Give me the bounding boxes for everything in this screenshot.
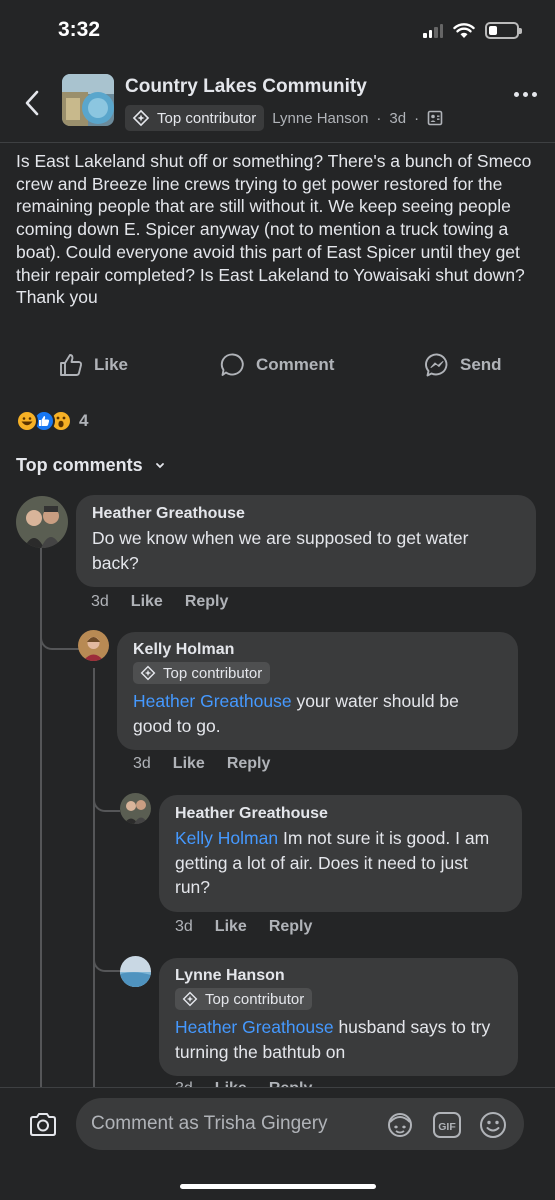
cellular-signal-icon xyxy=(423,23,443,38)
sparkle-diamond-icon xyxy=(140,665,156,681)
emoji-button[interactable] xyxy=(478,1110,508,1140)
author-name[interactable]: Lynne Hanson xyxy=(272,110,368,127)
status-icons xyxy=(423,22,522,39)
sparkle-diamond-icon xyxy=(182,991,198,1007)
like-label: Like xyxy=(94,355,129,374)
thread-connector xyxy=(40,612,80,650)
battery-icon xyxy=(485,22,522,39)
comment-label: Comment xyxy=(256,355,335,374)
comment-text: Heather Greathouse your water should be … xyxy=(133,689,502,738)
comment-reply-button[interactable]: Reply xyxy=(185,593,229,611)
comment-meta: 3d Like Reply xyxy=(175,918,312,936)
status-bar: 3:32 xyxy=(0,0,555,62)
commenter-name[interactable]: Kelly Holman xyxy=(133,641,502,659)
thread-connector xyxy=(93,772,120,812)
home-indicator[interactable] xyxy=(180,1184,376,1189)
post-time[interactable]: 3d xyxy=(389,110,406,127)
camera-button[interactable] xyxy=(28,1110,58,1140)
svg-text:GIF: GIF xyxy=(438,1121,456,1133)
haha-reaction-icon xyxy=(16,410,38,432)
comment-like-button[interactable]: Like xyxy=(215,918,247,936)
status-time: 3:32 xyxy=(58,18,101,41)
comment-reply-button[interactable]: Reply xyxy=(227,755,271,773)
avatar[interactable] xyxy=(120,956,151,987)
comment-text: Kelly Holman Im not sure it is good. I a… xyxy=(175,826,506,900)
mention-link[interactable]: Heather Greathouse xyxy=(133,691,292,711)
avatar[interactable] xyxy=(16,496,68,548)
commenter-name[interactable]: Heather Greathouse xyxy=(175,805,506,823)
chevron-down-icon xyxy=(155,462,164,468)
comment-bubble: Heather Greathouse Kelly Holman Im not s… xyxy=(159,795,522,912)
separator: · xyxy=(414,109,420,127)
comment-reply-button[interactable]: Reply xyxy=(269,918,313,936)
sparkle-diamond-icon xyxy=(132,109,150,127)
mention-link[interactable]: Kelly Holman xyxy=(175,828,278,848)
comment-time[interactable]: 3d xyxy=(133,755,151,773)
badge-label: Top contributor xyxy=(205,990,305,1008)
badge-label: Top contributor xyxy=(163,664,263,682)
reactions-summary[interactable]: 4 xyxy=(16,410,88,432)
like-button[interactable]: Like xyxy=(58,352,128,378)
comment-bubble: Heather Greathouse Do we know when we ar… xyxy=(76,495,536,587)
back-button[interactable] xyxy=(20,86,44,120)
comment-meta: 3d Like Reply xyxy=(91,593,228,611)
group-name[interactable]: Country Lakes Community xyxy=(125,76,367,98)
send-button[interactable]: Send xyxy=(424,352,502,378)
top-contributor-badge: Top contributor xyxy=(133,662,271,684)
comment-button[interactable]: Comment xyxy=(220,352,334,378)
comment-sort-dropdown[interactable]: Top comments xyxy=(16,455,165,476)
comment-bubble: Kelly Holman Top contributor Heather Gre… xyxy=(117,632,518,750)
post-header: Country Lakes Community Top contributor … xyxy=(0,62,555,144)
comment-bubble: Lynne Hanson Top contributor Heather Gre… xyxy=(159,958,518,1076)
comment-meta: 3d Like Reply xyxy=(133,755,270,773)
smiley-icon xyxy=(480,1112,506,1138)
comment-like-button[interactable]: Like xyxy=(131,593,163,611)
gif-icon: GIF xyxy=(433,1112,461,1138)
badge-label: Top contributor xyxy=(157,109,257,127)
chevron-left-icon xyxy=(25,90,39,116)
commenter-name[interactable]: Lynne Hanson xyxy=(175,967,502,985)
separator: · xyxy=(376,109,382,127)
top-contributor-badge: Top contributor xyxy=(175,988,313,1010)
post-text: Is East Lakeland shut off or something? … xyxy=(16,151,532,308)
divider xyxy=(0,142,555,143)
more-options-button[interactable] xyxy=(514,92,537,97)
avatar[interactable] xyxy=(78,630,109,661)
avatar-sticker-button[interactable] xyxy=(385,1110,415,1140)
comment-like-button[interactable]: Like xyxy=(173,755,205,773)
post-meta: Top contributor Lynne Hanson · 3d · xyxy=(125,105,443,131)
post-actions: Like Comment Send xyxy=(0,352,555,388)
thread-connector xyxy=(93,935,120,972)
avatar-sticker-icon xyxy=(388,1113,412,1137)
comment-text: Heather Greathouse husband says to try t… xyxy=(175,1015,502,1064)
avatar[interactable] xyxy=(120,793,151,824)
send-label: Send xyxy=(460,355,502,374)
messenger-icon xyxy=(425,353,448,377)
wifi-icon xyxy=(453,22,475,38)
thumbs-up-icon xyxy=(60,354,83,376)
group-avatar[interactable] xyxy=(62,74,114,126)
camera-icon xyxy=(30,1113,56,1136)
commenter-name[interactable]: Heather Greathouse xyxy=(92,505,520,523)
reaction-count: 4 xyxy=(79,411,89,430)
top-contributor-badge: Top contributor xyxy=(125,105,265,131)
comment-icon xyxy=(220,353,244,376)
comment-text: Do we know when we are supposed to get w… xyxy=(92,528,469,573)
comment-time[interactable]: 3d xyxy=(175,918,193,936)
mention-link[interactable]: Heather Greathouse xyxy=(175,1017,334,1037)
battery-level xyxy=(489,26,497,35)
comment-time[interactable]: 3d xyxy=(91,593,109,611)
thread-line xyxy=(93,668,95,1088)
sort-label: Top comments xyxy=(16,455,143,475)
gif-button[interactable]: GIF xyxy=(432,1110,462,1140)
members-privacy-icon xyxy=(427,110,443,126)
